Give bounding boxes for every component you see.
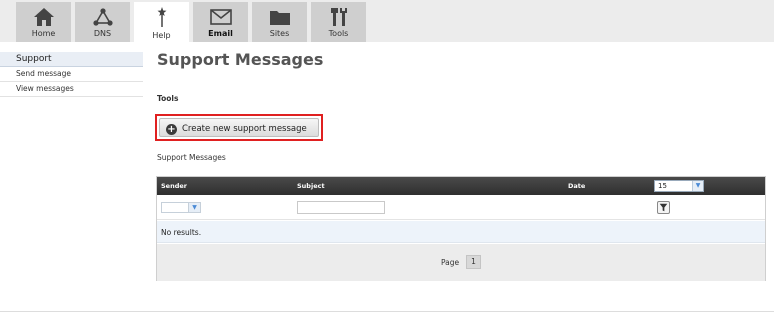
page-size-value: 15 (658, 182, 667, 190)
tools-section-label: Tools (157, 94, 179, 103)
sidebar-header-support[interactable]: Support (0, 52, 143, 67)
tab-tools[interactable]: Tools (311, 2, 366, 42)
create-support-message-button[interactable]: + Create new support message (155, 114, 323, 141)
tab-label: Tools (328, 29, 349, 38)
funnel-icon (659, 203, 668, 212)
sidebar-item-view-messages[interactable]: View messages (0, 82, 143, 97)
tab-dns[interactable]: DNS (75, 2, 130, 42)
tab-label: Help (152, 31, 171, 40)
tab-label: DNS (93, 29, 112, 38)
column-header-date[interactable]: Date (568, 182, 585, 190)
folder-icon (269, 11, 290, 25)
network-icon (92, 8, 113, 26)
envelope-icon (209, 9, 232, 25)
chevron-down-icon: ▼ (188, 203, 200, 212)
tab-label: Sites (269, 29, 290, 38)
home-icon (33, 8, 54, 26)
plus-circle-icon: + (166, 124, 177, 135)
no-results-text: No results. (161, 228, 202, 237)
page-title: Support Messages (157, 50, 324, 69)
pager-label: Page (441, 258, 460, 267)
tab-email[interactable]: Email (193, 2, 248, 42)
empty-results-row: No results. (157, 221, 765, 243)
subject-filter-input[interactable] (297, 201, 385, 214)
support-messages-label: Support Messages (157, 153, 226, 162)
chevron-down-icon: ▼ (692, 181, 703, 191)
tab-label: Email (208, 29, 233, 38)
grid-header: Sender Subject Date 15 ▼ (157, 177, 765, 195)
tab-home[interactable]: Home (16, 2, 71, 42)
wand-icon (157, 7, 166, 27)
create-button-face: + Create new support message (159, 118, 319, 137)
column-header-sender[interactable]: Sender (161, 182, 187, 190)
pager: Page 1 (157, 244, 765, 281)
create-button-label: Create new support message (182, 124, 307, 134)
filter-button[interactable] (657, 201, 670, 214)
tab-label: Home (31, 29, 56, 38)
tools-icon (330, 8, 347, 26)
messages-grid: Sender Subject Date 15 ▼ ▼ No results. P… (156, 176, 766, 281)
top-navigation-bar: Home DNS Help Email Sites Tools (0, 0, 774, 44)
column-header-subject[interactable]: Subject (297, 182, 325, 190)
sidebar: Support Send message View messages (0, 52, 143, 97)
sender-filter-select[interactable]: ▼ (161, 202, 201, 213)
page-size-select[interactable]: 15 ▼ (654, 180, 704, 192)
tab-sites[interactable]: Sites (252, 2, 307, 42)
sidebar-item-send-message[interactable]: Send message (0, 67, 143, 82)
footer-divider (0, 311, 774, 312)
filter-row: ▼ (157, 196, 765, 220)
tab-help[interactable]: Help (134, 2, 189, 44)
page-number-button[interactable]: 1 (466, 255, 481, 269)
